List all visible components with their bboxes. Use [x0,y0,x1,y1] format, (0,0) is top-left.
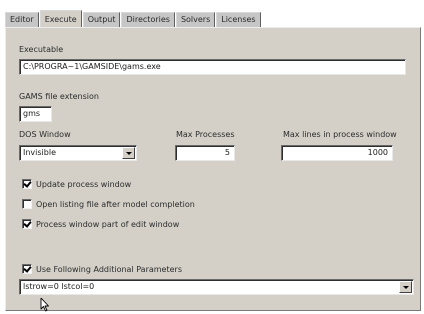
max-lines-input[interactable]: 1000 [281,145,393,161]
extension-label: GAMS file extension [19,92,99,101]
chevron-down-icon[interactable] [399,281,412,293]
dos-window-label: DOS Window [19,130,71,139]
open-listing-checkbox[interactable] [22,199,32,209]
additional-params-checkbox[interactable] [22,264,32,274]
max-lines-label: Max lines in process window [283,130,397,139]
tab-output[interactable]: Output [82,12,121,27]
dos-window-value: Invisible [23,148,56,157]
options-dialog: Editor Execute Output Directories Solver… [0,0,424,314]
mouse-pointer-icon [40,298,49,312]
additional-params-label: Use Following Additional Parameters [36,265,182,274]
dos-window-select[interactable]: Invisible [19,145,137,161]
max-processes-input[interactable]: 5 [175,145,235,161]
tab-execute[interactable]: Execute [39,10,82,28]
tab-solvers[interactable]: Solvers [175,12,216,27]
process-window-part-label: Process window part of edit window [36,220,180,229]
extension-input[interactable]: gms [19,106,52,122]
additional-params-combo[interactable]: lstrow=0 lstcol=0 [19,279,414,295]
additional-params-value: lstrow=0 lstcol=0 [23,282,95,291]
executable-label: Executable [19,45,64,54]
tab-licenses[interactable]: Licenses [216,12,261,27]
chevron-down-icon[interactable] [122,147,135,159]
open-listing-label: Open listing file after model completion [36,200,195,209]
max-processes-label: Max Processes [176,130,235,139]
executable-input[interactable]: C:\PROGRA~1\GAMSIDE\gams.exe [19,59,406,75]
tab-strip: Editor Execute Output Directories Solver… [5,8,262,28]
process-window-part-checkbox[interactable] [22,219,32,229]
tab-editor[interactable]: Editor [5,12,39,27]
tab-directories[interactable]: Directories [121,12,175,27]
update-process-window-checkbox[interactable] [22,179,32,189]
update-process-window-label: Update process window [36,180,132,189]
